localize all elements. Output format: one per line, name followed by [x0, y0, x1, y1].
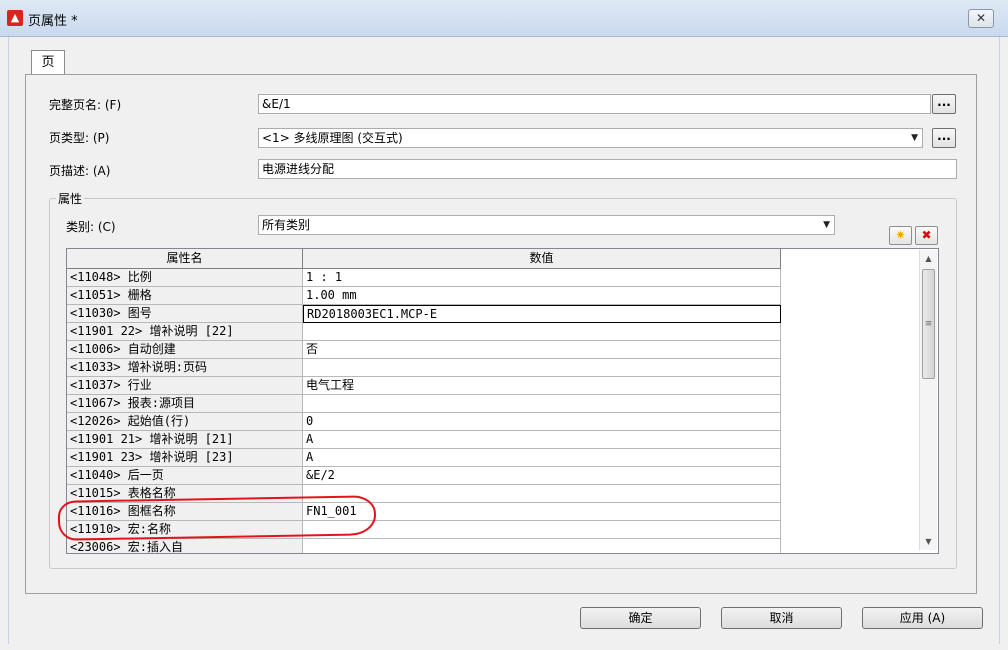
ok-button[interactable]: 确定	[580, 607, 701, 629]
property-name-cell: <12026> 起始值(行)	[67, 413, 303, 431]
property-name-cell: <11910> 宏:名称	[67, 521, 303, 539]
property-value-cell[interactable]	[303, 539, 781, 553]
page-type-select[interactable]: <1> 多线原理图 (交互式) ▼	[258, 128, 923, 148]
chevron-down-icon: ▼	[823, 220, 830, 230]
property-value-cell[interactable]: A	[303, 431, 781, 449]
title-bar: ▲ 页属性 * ✕	[0, 0, 1008, 37]
property-name-cell: <11030> 图号	[67, 305, 303, 323]
property-name-cell: <11051> 栅格	[67, 287, 303, 305]
scroll-up-icon[interactable]: ▲	[920, 250, 937, 267]
property-value-cell[interactable]: 0	[303, 413, 781, 431]
property-value-cell[interactable]	[303, 359, 781, 377]
property-name-cell: <11040> 后一页	[67, 467, 303, 485]
property-name-cell: <11048> 比例	[67, 269, 303, 287]
property-value-cell[interactable]: 1.00 mm	[303, 287, 781, 305]
column-header-value[interactable]: 数值	[303, 249, 781, 269]
grid-scrollbar[interactable]: ▲ ≡ ▼	[919, 250, 937, 550]
property-value-cell[interactable]	[303, 395, 781, 413]
column-header-name[interactable]: 属性名	[67, 249, 303, 269]
property-value-cell[interactable]: &E/2	[303, 467, 781, 485]
window-title: 页属性 *	[28, 14, 78, 29]
page-desc-label: 页描述: (A)	[49, 164, 111, 178]
property-name-cell: <11015> 表格名称	[67, 485, 303, 503]
delete-x-icon: ✖	[921, 228, 932, 242]
new-property-button[interactable]: ✷	[889, 226, 912, 245]
page-type-browse-button[interactable]: ...	[932, 128, 956, 148]
property-name-cell: <11037> 行业	[67, 377, 303, 395]
page-type-label: 页类型: (P)	[49, 131, 110, 145]
category-label: 类别: (C)	[66, 220, 116, 234]
full-name-input[interactable]: &E/1	[258, 94, 931, 114]
close-button[interactable]: ✕	[968, 9, 994, 28]
page-desc-input[interactable]: 电源进线分配	[258, 159, 957, 179]
property-value-cell[interactable]: RD2018003EC1.MCP-E	[303, 305, 781, 323]
new-star-icon: ✷	[895, 228, 906, 242]
property-name-cell: <11006> 自动创建	[67, 341, 303, 359]
cancel-button[interactable]: 取消	[721, 607, 842, 629]
property-value-cell[interactable]	[303, 485, 781, 503]
scroll-thumb[interactable]: ≡	[922, 269, 935, 379]
property-value-cell[interactable]	[303, 521, 781, 539]
apply-button[interactable]: 应用 (A)	[862, 607, 983, 629]
property-name-cell: <11901 22> 增补说明 [22]	[67, 323, 303, 341]
property-name-cell: <11016> 图框名称	[67, 503, 303, 521]
property-name-cell: <11067> 报表:源项目	[67, 395, 303, 413]
page-type-value: <1> 多线原理图 (交互式)	[262, 131, 403, 145]
property-value-cell[interactable]: A	[303, 449, 781, 467]
property-value-cell[interactable]: FN1_001	[303, 503, 781, 521]
property-value-cell[interactable]: 电气工程	[303, 377, 781, 395]
chevron-down-icon: ▼	[911, 133, 918, 143]
properties-group-title: 属性	[56, 190, 85, 207]
delete-property-button[interactable]: ✖	[915, 226, 938, 245]
property-name-cell: <11901 23> 增补说明 [23]	[67, 449, 303, 467]
property-grid: 属性名 数值 <11048> 比例 1 : 1 <11051> 栅格 1.00 mm <…	[66, 248, 939, 554]
property-value-cell[interactable]: 1 : 1	[303, 269, 781, 287]
property-value-cell[interactable]	[303, 323, 781, 341]
category-select[interactable]: 所有类别 ▼	[258, 215, 835, 235]
property-name-cell: <23006> 宏:插入自	[67, 539, 303, 553]
tab-page[interactable]: 页	[31, 50, 65, 75]
category-value: 所有类别	[262, 218, 311, 232]
full-name-label: 完整页名: (F)	[49, 98, 122, 112]
property-name-cell: <11901 21> 增补说明 [21]	[67, 431, 303, 449]
full-name-browse-button[interactable]: ...	[932, 94, 956, 114]
property-value-cell[interactable]: 否	[303, 341, 781, 359]
scroll-down-icon[interactable]: ▼	[920, 533, 937, 550]
app-icon: ▲	[7, 10, 23, 26]
property-name-cell: <11033> 增补说明:页码	[67, 359, 303, 377]
